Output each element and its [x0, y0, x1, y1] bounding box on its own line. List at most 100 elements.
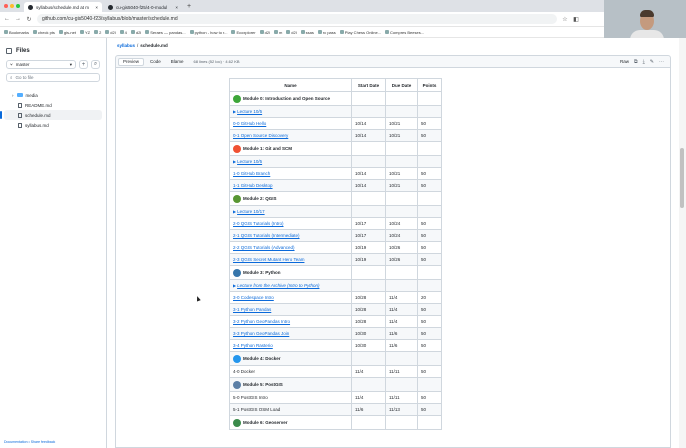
assignment-link[interactable]: 3-1 Python Pandas: [233, 307, 271, 312]
close-icon[interactable]: ×: [95, 5, 98, 10]
tab-blame[interactable]: Blame: [167, 58, 188, 66]
lecture-link[interactable]: Lecture 10/5: [237, 159, 262, 164]
bookmark-item[interactable]: Ecoxplorer: [231, 30, 256, 35]
bookmark-item[interactable]: rc pass: [317, 30, 336, 35]
tab-code[interactable]: Code: [146, 58, 165, 66]
tab-preview[interactable]: Preview: [118, 57, 145, 66]
lecture-link[interactable]: Lecture from the Archive (Intro to Pytho…: [237, 283, 319, 288]
sidebar-toggle-icon[interactable]: [6, 48, 12, 54]
raw-button[interactable]: Raw: [620, 59, 629, 64]
browser-tab[interactable]: cu-gis5040-f25/4-0-modul ×: [104, 2, 182, 12]
chevron-right-icon[interactable]: ›: [12, 93, 14, 98]
back-icon[interactable]: ←: [4, 16, 10, 22]
assignment-link[interactable]: 0-0 GitHub Hello: [233, 121, 266, 126]
close-icon[interactable]: ×: [175, 5, 178, 10]
cell-points: [417, 205, 442, 218]
lecture-link[interactable]: Lecture 10/5: [237, 109, 262, 114]
assignment-link[interactable]: 3-4 Python Rasterio: [233, 343, 273, 348]
table-row: 3-2 Python GeoPandas Intro 10/28 11/4 50: [229, 315, 442, 328]
download-icon[interactable]: ⤓: [643, 59, 645, 65]
cell-start: 10/28: [351, 291, 386, 304]
postgis-icon: [233, 380, 241, 389]
extensions-icon[interactable]: ◧: [573, 16, 579, 23]
bookmark-item[interactable]: Compres Beeses...: [385, 30, 424, 35]
bookmark-item[interactable]: python - how to r...: [189, 29, 228, 35]
bookmark-item[interactable]: ssas: [300, 30, 314, 35]
cell-due: [385, 279, 418, 292]
bookmark-item[interactable]: d2l: [286, 30, 297, 35]
assignment-link[interactable]: 2-3 QGIS Secret Mutant Hero Team: [233, 257, 304, 262]
bookmark-item[interactable]: check pts: [33, 30, 55, 35]
table-row: 3-3 Python GeoPandas Join 10/30 11/6 50: [229, 327, 442, 340]
assignment-link[interactable]: 2-0 QGIS Tutorials (Intro): [233, 221, 284, 226]
more-icon[interactable]: ⋯: [659, 59, 664, 65]
cell-start: [351, 105, 386, 118]
file-tree-item[interactable]: syllabus.md: [4, 120, 102, 130]
bookmark-icon: [79, 30, 84, 34]
bookmark-item[interactable]: YZ: [79, 30, 90, 35]
file-tree-item[interactable]: › media: [4, 90, 102, 100]
close-window-button[interactable]: [4, 4, 8, 8]
presenter-hair: [640, 10, 654, 17]
sidebar-footer-links[interactable]: Documentation • Share feedback: [4, 440, 55, 444]
go-to-file-input[interactable]: ⌕ Go to file: [6, 73, 100, 82]
cell-name: 4-0 Docker: [229, 365, 352, 378]
bookmark-item[interactable]: m: [273, 30, 282, 35]
cell-name: ▶Lecture 10/17: [229, 205, 352, 218]
assignment-link[interactable]: 2-2 QGIS Tutorials (Advanced): [233, 245, 295, 250]
search-button[interactable]: ⌕: [91, 60, 100, 69]
cell-points: 50: [417, 253, 442, 266]
cell-start: 11/4: [351, 391, 386, 404]
copy-icon[interactable]: ⧉: [634, 59, 638, 65]
file-tree-label: schedule.md: [25, 112, 51, 118]
url-input[interactable]: github.com/cu-gis5040-f23/syllabus/blob/…: [37, 14, 557, 24]
breadcrumb-repo-link[interactable]: syllabus: [117, 43, 135, 48]
assignment-link[interactable]: 3-3 Python GeoPandas Join: [233, 331, 289, 336]
bookmark-item[interactable]: d2l: [105, 30, 116, 35]
minimize-window-button[interactable]: [10, 4, 14, 8]
breadcrumb-file: schedule.md: [140, 43, 168, 48]
scrollbar-thumb[interactable]: [680, 148, 684, 208]
table-row: 2-3 QGIS Secret Mutant Hero Team 10/19 10/…: [229, 253, 442, 266]
new-tab-button[interactable]: +: [184, 2, 194, 12]
cell-due: 11/13: [385, 403, 418, 416]
browser-tab-active[interactable]: syllabus/schedule.md at m ×: [24, 2, 102, 12]
cell-name: 2-2 QGIS Tutorials (Advanced): [229, 241, 352, 254]
zoom-window-button[interactable]: [16, 4, 20, 8]
branch-selector[interactable]: ⑂ master ▾: [6, 60, 76, 69]
page-scrollbar[interactable]: [679, 38, 686, 448]
table-row: Module 2: QGIS: [229, 191, 442, 206]
file-tree-item[interactable]: README.md: [4, 100, 102, 110]
add-file-button[interactable]: +: [79, 60, 88, 69]
bookmark-icon: [189, 30, 194, 34]
lecture-link[interactable]: Lecture 10/17: [237, 209, 265, 214]
bookmark-item[interactable]: gis-net: [58, 30, 76, 35]
cell-due: 10/24: [385, 229, 418, 242]
bookmark-item[interactable]: d2l: [130, 30, 141, 35]
table-row: ▶Lecture 10/5: [229, 155, 442, 168]
bookmark-item[interactable]: d2l: [259, 30, 270, 35]
table-row: Module 5: PostGIS: [229, 377, 442, 392]
cell-points: 50: [417, 403, 442, 416]
assignment-link[interactable]: 3-2 Python GeoPandas Intro: [233, 319, 290, 324]
bookmark-item[interactable]: Play Chess Online...: [339, 30, 381, 35]
bookmark-label: check pts: [38, 29, 55, 35]
bookmark-item[interactable]: 4: [119, 30, 127, 35]
star-icon[interactable]: ☆: [562, 16, 568, 23]
file-tree-item[interactable]: schedule.md: [0, 110, 102, 120]
bookmark-item[interactable]: 2: [94, 30, 101, 35]
assignment-link[interactable]: 1-0 GitHub Branch: [233, 171, 270, 176]
docker-icon: [233, 354, 241, 363]
forward-icon[interactable]: →: [15, 16, 21, 22]
bookmark-item[interactable]: Seraes — pandas...: [145, 30, 186, 35]
bookmark-label: python - how to r...: [194, 29, 228, 35]
assignment-link[interactable]: 0-1 Open Source Discovery: [233, 133, 288, 138]
edit-icon[interactable]: ✎: [650, 59, 654, 65]
assignment-link[interactable]: 2-1 QGIS Tutorials (Intermediate): [233, 233, 300, 238]
assignment-link[interactable]: 3-0 Codespace Intro: [233, 295, 274, 300]
reload-icon[interactable]: ↻: [26, 16, 32, 23]
assignment-link[interactable]: 1-1 GitHub Desktop: [233, 183, 273, 188]
github-icon: [28, 4, 33, 10]
bookmark-item[interactable]: Bookmarks: [4, 30, 29, 35]
cell-due: 11/4: [385, 303, 418, 316]
